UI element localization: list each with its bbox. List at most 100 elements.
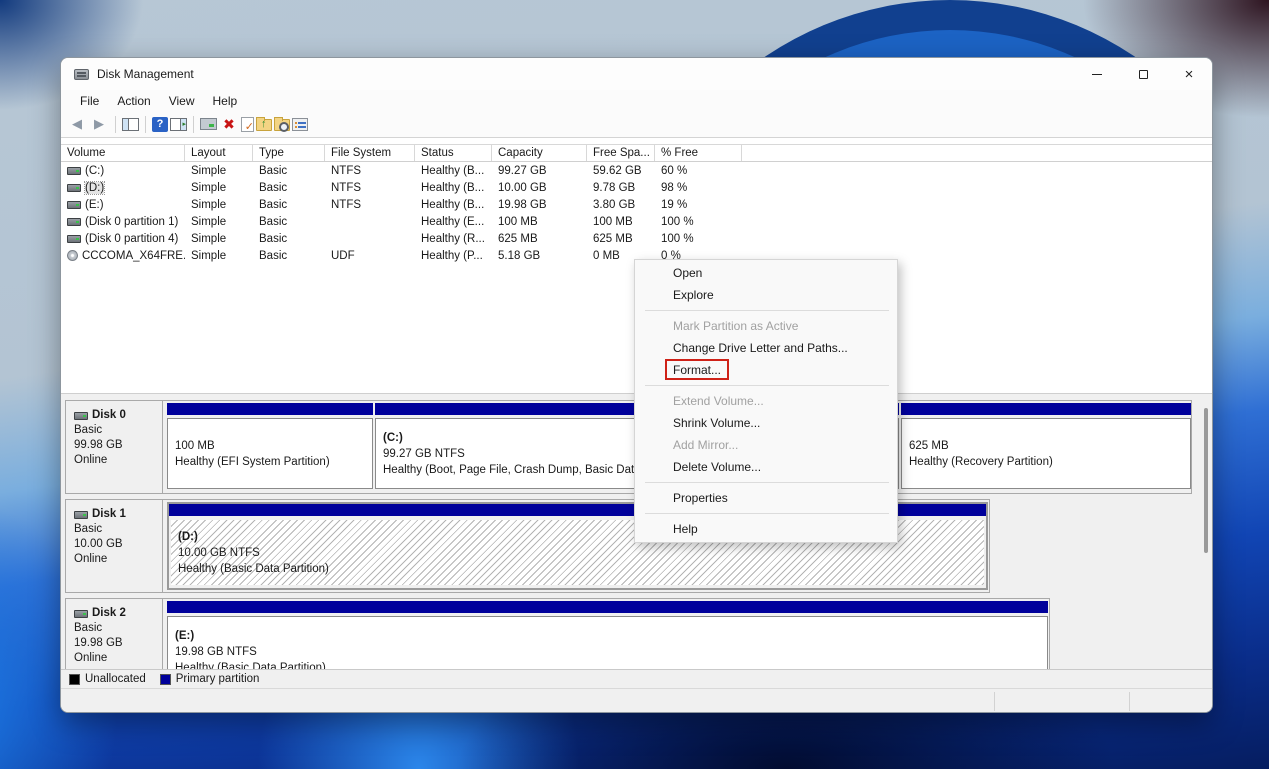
partition-name: (E:) — [175, 628, 326, 644]
close-icon: × — [1185, 67, 1194, 82]
menu-help[interactable]: Help — [204, 94, 247, 108]
folder-up-icon[interactable] — [256, 119, 272, 131]
drive-icon — [67, 167, 81, 175]
disk-size: 99.98 GB — [74, 438, 162, 453]
disk-name: Disk 0 — [92, 408, 126, 423]
disk-label[interactable]: Disk 0Basic99.98 GBOnline — [67, 401, 163, 493]
wallpaper-bloom-shape — [620, 0, 1260, 60]
disk-label[interactable]: Disk 2Basic19.98 GBOnline — [67, 599, 163, 669]
volume-cell: 98 % — [655, 179, 742, 196]
help-icon[interactable] — [152, 117, 168, 132]
volume-cell: 3.80 GB — [587, 196, 655, 213]
volume-row[interactable]: (Disk 0 partition 1)SimpleBasicHealthy (… — [61, 213, 1212, 230]
menu-bar: FileActionViewHelp — [61, 90, 1212, 111]
volume-name: (Disk 0 partition 4) — [85, 233, 178, 245]
volume-cell: 99.27 GB — [492, 162, 587, 179]
menu-item-help[interactable]: Help — [635, 518, 897, 540]
menu-separator — [635, 509, 897, 518]
column-header[interactable]: Capacity — [492, 145, 587, 161]
title-bar[interactable]: Disk Management × — [61, 58, 1212, 90]
console-window-icon[interactable] — [200, 118, 217, 130]
partition-size: 19.98 GB NTFS — [175, 644, 326, 660]
partition-name: (D:) — [178, 529, 329, 545]
disk-label[interactable]: Disk 1Basic10.00 GBOnline — [67, 500, 163, 592]
partition-block[interactable]: 625 MBHealthy (Recovery Partition) — [901, 403, 1191, 491]
minimize-button[interactable] — [1074, 58, 1120, 90]
partition-size: 100 MB — [175, 438, 330, 454]
volume-cell: 9.78 GB — [587, 179, 655, 196]
menu-view[interactable]: View — [160, 94, 204, 108]
menu-file[interactable]: File — [71, 94, 108, 108]
drive-icon — [67, 184, 81, 192]
column-header[interactable]: Type — [253, 145, 325, 161]
volume-row[interactable]: (Disk 0 partition 4)SimpleBasicHealthy (… — [61, 230, 1212, 247]
maximize-button[interactable] — [1120, 58, 1166, 90]
forward-icon[interactable] — [89, 115, 109, 133]
menu-item-open[interactable]: Open — [635, 262, 897, 284]
volume-cell: Simple — [185, 196, 253, 213]
caption-buttons: × — [1074, 58, 1212, 90]
volume-row[interactable]: (D:)SimpleBasicNTFSHealthy (B...10.00 GB… — [61, 179, 1212, 196]
partition-block[interactable]: (E:)19.98 GB NTFSHealthy (Basic Data Par… — [167, 601, 1048, 669]
volume-cell: Healthy (B... — [415, 162, 492, 179]
volume-cell: Basic — [253, 213, 325, 230]
checklist-icon[interactable] — [292, 118, 308, 131]
menu-item-explore[interactable]: Explore — [635, 284, 897, 306]
column-header[interactable]: Status — [415, 145, 492, 161]
context-menu: OpenExploreMark Partition as ActiveChang… — [634, 259, 898, 543]
show-console-tree-icon[interactable] — [122, 118, 139, 131]
close-button[interactable]: × — [1166, 58, 1212, 90]
toolbar — [61, 111, 1212, 138]
volume-cell: Simple — [185, 179, 253, 196]
column-header[interactable]: File System — [325, 145, 415, 161]
column-header[interactable]: Volume — [61, 145, 185, 161]
column-header[interactable]: Layout — [185, 145, 253, 161]
volume-cell: Healthy (E... — [415, 213, 492, 230]
disk-size: 10.00 GB — [74, 537, 162, 552]
toolbar-separator — [145, 116, 146, 133]
menu-separator — [635, 381, 897, 390]
disk-name: Disk 2 — [92, 606, 126, 621]
disk-management-app-icon — [74, 69, 89, 80]
drive-icon — [74, 511, 88, 519]
toolbar-separator — [193, 116, 194, 133]
window-title: Disk Management — [97, 67, 194, 81]
volume-cell: Simple — [185, 162, 253, 179]
volume-row[interactable]: (E:)SimpleBasicNTFSHealthy (B...19.98 GB… — [61, 196, 1212, 213]
folder-search-icon[interactable] — [274, 119, 290, 131]
volume-row[interactable]: (C:)SimpleBasicNTFSHealthy (B...99.27 GB… — [61, 162, 1212, 179]
partition-block[interactable]: 100 MBHealthy (EFI System Partition) — [167, 403, 373, 491]
menu-item-properties[interactable]: Properties — [635, 487, 897, 509]
volume-cell: Healthy (B... — [415, 179, 492, 196]
partition-info-box: 625 MBHealthy (Recovery Partition) — [901, 418, 1191, 489]
disk-size: 19.98 GB — [74, 636, 162, 651]
volume-cell: Simple — [185, 230, 253, 247]
volume-cell: 60 % — [655, 162, 742, 179]
partition-color-bar — [167, 601, 1048, 613]
volume-cell: Basic — [253, 247, 325, 264]
back-icon[interactable] — [67, 115, 87, 133]
menu-item-change-drive-letter-and-paths[interactable]: Change Drive Letter and Paths... — [635, 337, 897, 359]
disk-name: Disk 1 — [92, 507, 126, 522]
maximize-icon — [1139, 70, 1148, 79]
volume-cell: Basic — [253, 230, 325, 247]
partition-status: Healthy (Recovery Partition) — [909, 454, 1053, 470]
menu-item-delete-volume[interactable]: Delete Volume... — [635, 456, 897, 478]
partition-status: Healthy (Boot, Page File, Crash Dump, Ba… — [383, 462, 634, 478]
volume-cell: 10.00 GB — [492, 179, 587, 196]
legend-label: Primary partition — [176, 673, 260, 685]
delete-icon[interactable] — [219, 115, 239, 133]
drive-icon — [74, 610, 88, 618]
column-header[interactable]: % Free — [655, 145, 742, 161]
menu-action[interactable]: Action — [108, 94, 159, 108]
menu-item-shrink-volume[interactable]: Shrink Volume... — [635, 412, 897, 434]
column-header[interactable]: Free Spa... — [587, 145, 655, 161]
menu-item-add-mirror: Add Mirror... — [635, 434, 897, 456]
show-action-pane-icon[interactable] — [170, 118, 187, 131]
task-check-icon[interactable] — [241, 117, 254, 132]
vertical-scrollbar[interactable] — [1204, 408, 1208, 553]
volume-cell: UDF — [325, 247, 415, 264]
menu-item-format[interactable]: Format... — [635, 359, 897, 381]
volume-cell — [325, 213, 415, 230]
volume-name: CCCOMA_X64FRE... — [82, 250, 185, 262]
